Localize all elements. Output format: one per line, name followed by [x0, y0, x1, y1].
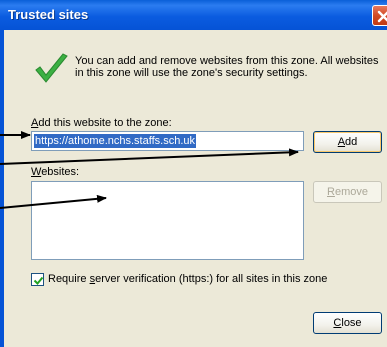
websites-list[interactable] — [31, 181, 304, 260]
close-button[interactable]: Close — [313, 312, 382, 334]
trusted-sites-dialog: Trusted sites You can add and remove web… — [0, 0, 387, 347]
remove-button[interactable]: Remove — [313, 181, 382, 203]
require-verification-label[interactable]: Require server verification (https:) for… — [48, 273, 327, 285]
title-bar[interactable]: Trusted sites — [0, 0, 387, 30]
website-url-input[interactable]: https://athome.nchs.staffs.sch.uk — [31, 131, 304, 151]
checkmark-icon — [33, 53, 69, 88]
website-url-value: https://athome.nchs.staffs.sch.uk — [34, 134, 196, 148]
require-verification-checkbox[interactable] — [31, 273, 44, 286]
info-message: You can add and remove websites from thi… — [75, 55, 379, 79]
window-title: Trusted sites — [8, 7, 89, 22]
add-website-label: Add this website to the zone: — [31, 117, 172, 129]
websites-label: Websites: — [31, 166, 80, 178]
add-button[interactable]: Add — [313, 131, 382, 153]
close-icon[interactable] — [372, 5, 387, 26]
